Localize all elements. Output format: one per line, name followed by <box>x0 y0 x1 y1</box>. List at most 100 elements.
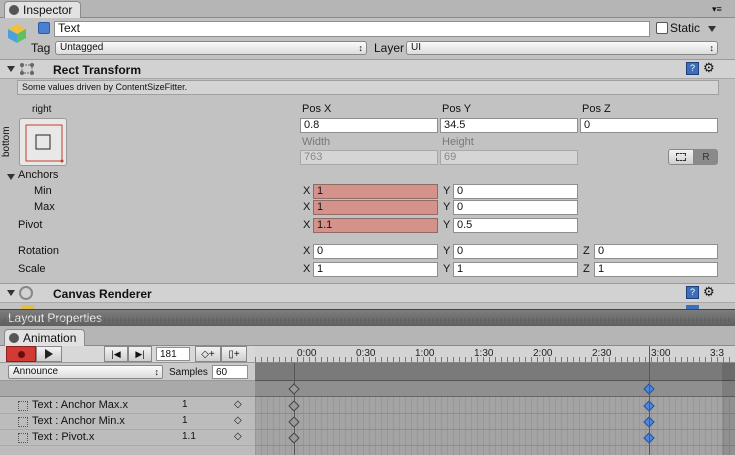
inspector-icon <box>9 5 19 15</box>
pos-z-input[interactable]: 0 <box>580 118 718 133</box>
rotation-z-input[interactable]: 0 <box>594 244 718 259</box>
dopesheet-area[interactable] <box>255 397 735 455</box>
canvas-renderer-foldout-icon[interactable] <box>7 290 15 296</box>
add-event-button[interactable]: ▯+ <box>221 346 247 362</box>
ruler-tick: 1:00 <box>415 348 435 359</box>
static-checkbox[interactable] <box>656 22 668 34</box>
pos-z-label: Pos Z <box>582 103 611 115</box>
anchors-label: Anchors <box>18 169 59 181</box>
canvas-help-icon[interactable]: ? <box>686 286 699 299</box>
property-value[interactable]: 1 <box>182 399 188 410</box>
play-button[interactable] <box>36 346 62 362</box>
property-row[interactable]: Text : Anchor Min.x 1 ◇ <box>0 414 255 430</box>
pivot-y-axis-label: Y <box>443 219 451 231</box>
property-row[interactable]: Text : Pivot.x 1.1 ◇ <box>0 430 255 446</box>
tab-animation[interactable]: Animation <box>4 329 86 346</box>
add-keyframe-icon: ◇+ <box>201 348 215 360</box>
ruler-tick: 0:30 <box>356 348 376 359</box>
anchor-max-y-input[interactable]: 0 <box>453 200 578 215</box>
rot-y-axis-label: Y <box>443 245 451 257</box>
scale-x-input[interactable]: 1 <box>313 262 438 277</box>
layer-dropdown[interactable]: UI <box>406 41 718 55</box>
pivot-y-input[interactable]: 0.5 <box>453 218 578 233</box>
add-keyframe-button[interactable]: ◇+ <box>195 346 221 362</box>
canvas-settings-gear-icon[interactable]: ⚙ <box>703 284 715 300</box>
next-keyframe-button[interactable]: ▶| <box>128 346 152 362</box>
pos-y-input[interactable]: 34.5 <box>440 118 578 133</box>
animation-tab-icon <box>9 333 19 343</box>
prev-keyframe-button[interactable]: |◀ <box>104 346 128 362</box>
blueprint-mode-button[interactable] <box>668 149 694 165</box>
property-value[interactable]: 1.1 <box>182 431 196 442</box>
animation-tabbar <box>0 326 735 346</box>
play-icon <box>45 349 53 359</box>
tab-menu-icon[interactable]: ▾≡ <box>712 4 722 15</box>
scale-x-axis-label: X <box>303 263 311 275</box>
active-checkbox[interactable] <box>38 22 50 34</box>
anchor-max-label: Max <box>34 201 55 213</box>
pivot-label: Pivot <box>18 219 43 231</box>
drag-handle-icon[interactable] <box>18 433 28 443</box>
driven-info-text: Some values driven by ContentSizeFitter. <box>22 82 188 92</box>
min-x-axis-label: X <box>303 185 311 197</box>
property-name: Text : Pivot.x <box>32 431 95 443</box>
property-name: Text : Anchor Max.x <box>32 399 128 411</box>
rect-transform-foldout-icon[interactable] <box>7 66 15 72</box>
help-icon[interactable]: ? <box>686 62 699 75</box>
canvas-renderer-icon <box>19 286 33 300</box>
driven-info-box: Some values driven by ContentSizeFitter. <box>17 80 719 95</box>
drag-handle-icon[interactable] <box>18 401 28 411</box>
tab-inspector[interactable]: Inspector <box>4 1 82 18</box>
events-track[interactable] <box>255 363 735 381</box>
ruler-tick: 3:3 <box>710 348 724 359</box>
property-value[interactable]: 1 <box>182 415 188 426</box>
rot-x-axis-label: X <box>303 245 311 257</box>
next-keyframe-icon: ▶| <box>135 348 145 359</box>
anchor-preset-button[interactable] <box>19 118 67 166</box>
raw-edit-button[interactable]: R <box>694 149 718 165</box>
property-list-header <box>0 381 255 397</box>
tab-animation-label: Animation <box>23 331 77 345</box>
record-button[interactable] <box>6 346 36 362</box>
rot-z-axis-label: Z <box>583 245 590 257</box>
scale-y-input[interactable]: 1 <box>453 262 578 277</box>
property-name: Text : Anchor Min.x <box>32 415 125 427</box>
ruler-tick: 0:00 <box>297 348 317 359</box>
samples-input[interactable]: 60 <box>212 365 248 379</box>
keyframe-toggle-icon[interactable]: ◇ <box>234 415 242 426</box>
playhead-line[interactable] <box>649 346 650 455</box>
pivot-x-input[interactable]: 1.1 <box>313 218 438 233</box>
object-name-input[interactable]: Text <box>54 21 650 37</box>
property-row[interactable]: Text : Anchor Max.x 1 ◇ <box>0 398 255 414</box>
tab-inspector-label: Inspector <box>23 3 73 17</box>
anchor-min-y-input[interactable]: 0 <box>453 184 578 199</box>
frame-input[interactable]: 181 <box>156 347 190 361</box>
clip-dropdown[interactable]: Announce <box>8 365 163 379</box>
keyframe-toggle-icon[interactable]: ◇ <box>234 431 242 442</box>
anchor-min-x-input[interactable]: 1 <box>313 184 438 199</box>
pos-y-label: Pos Y <box>442 103 472 115</box>
min-y-axis-label: Y <box>443 185 451 197</box>
pos-x-input[interactable]: 0.8 <box>300 118 438 133</box>
scale-z-axis-label: Z <box>583 263 590 275</box>
settings-gear-icon[interactable]: ⚙ <box>703 60 715 76</box>
summary-track[interactable] <box>255 381 735 397</box>
layer-label: Layer <box>374 41 405 55</box>
drag-handle-icon[interactable] <box>18 417 28 427</box>
anchors-foldout-icon[interactable] <box>7 174 15 180</box>
height-input: 69 <box>440 150 578 165</box>
rotation-y-input[interactable]: 0 <box>453 244 578 259</box>
keyframe-toggle-icon[interactable]: ◇ <box>234 399 242 410</box>
rotation-x-input[interactable]: 0 <box>313 244 438 259</box>
scale-z-input[interactable]: 1 <box>594 262 718 277</box>
rect-transform-icon <box>19 62 35 76</box>
anchor-max-x-input[interactable]: 1 <box>313 200 438 215</box>
ruler-tick: 2:30 <box>592 348 612 359</box>
static-dropdown-icon[interactable] <box>708 26 716 32</box>
gameobject-icon <box>6 22 28 44</box>
tag-dropdown[interactable]: Untagged <box>55 41 367 55</box>
pivot-x-axis-label: X <box>303 219 311 231</box>
inspector-tabbar <box>0 0 735 18</box>
record-icon <box>17 350 25 358</box>
max-y-axis-label: Y <box>443 201 451 213</box>
